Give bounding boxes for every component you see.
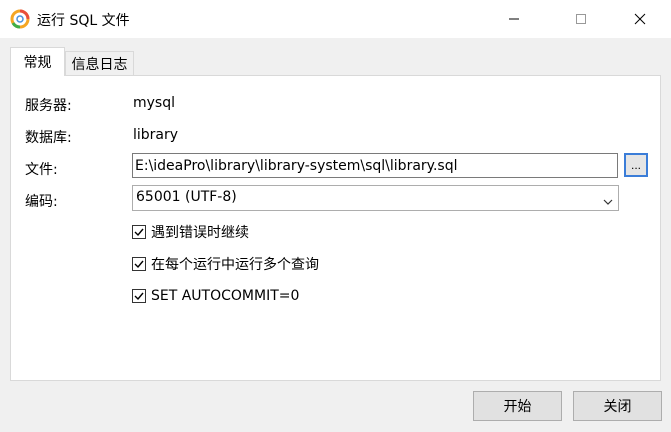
close-icon	[634, 13, 646, 25]
checkmark-icon	[134, 292, 144, 301]
server-label: 服务器:	[25, 98, 72, 114]
server-value: mysql	[133, 95, 175, 111]
database-label: 数据库:	[25, 130, 72, 146]
close-button[interactable]: 关闭	[573, 391, 662, 421]
option-label: 遇到错误时继续	[151, 225, 249, 241]
checkbox[interactable]	[132, 225, 146, 239]
option-label: 在每个运行中运行多个查询	[151, 257, 319, 273]
option-autocommit[interactable]: SET AUTOCOMMIT=0	[132, 287, 299, 305]
tab-general[interactable]: 常规	[10, 47, 65, 76]
maximize-button[interactable]	[558, 0, 604, 38]
file-label: 文件:	[25, 162, 58, 178]
minimize-icon	[509, 18, 519, 20]
encoding-select[interactable]: 65001 (UTF-8)	[132, 185, 619, 211]
database-value: library	[133, 127, 179, 143]
minimize-button[interactable]	[491, 0, 537, 38]
option-continue-on-error[interactable]: 遇到错误时继续	[132, 223, 249, 241]
chevron-down-icon	[603, 194, 613, 210]
start-button[interactable]: 开始	[473, 391, 562, 421]
window-title: 运行 SQL 文件	[37, 13, 130, 29]
checkmark-icon	[134, 260, 144, 269]
option-label: SET AUTOCOMMIT=0	[151, 288, 300, 304]
encoding-value: 65001 (UTF-8)	[136, 189, 237, 205]
checkbox[interactable]	[132, 257, 146, 271]
navicat-logo-icon	[10, 9, 30, 29]
checkbox[interactable]	[132, 289, 146, 303]
general-panel: 服务器: mysql 数据库: library 文件: ... 编码: 6500…	[10, 75, 661, 381]
maximize-icon	[576, 14, 586, 24]
window-close-button[interactable]	[617, 0, 663, 38]
browse-file-button[interactable]: ...	[624, 153, 648, 177]
title-bar: 运行 SQL 文件	[0, 0, 671, 38]
checkmark-icon	[134, 228, 144, 237]
tab-info-log[interactable]: 信息日志	[65, 51, 134, 75]
file-path-input[interactable]	[132, 153, 618, 178]
option-multiple-queries[interactable]: 在每个运行中运行多个查询	[132, 255, 319, 273]
encoding-label: 编码:	[25, 194, 58, 210]
